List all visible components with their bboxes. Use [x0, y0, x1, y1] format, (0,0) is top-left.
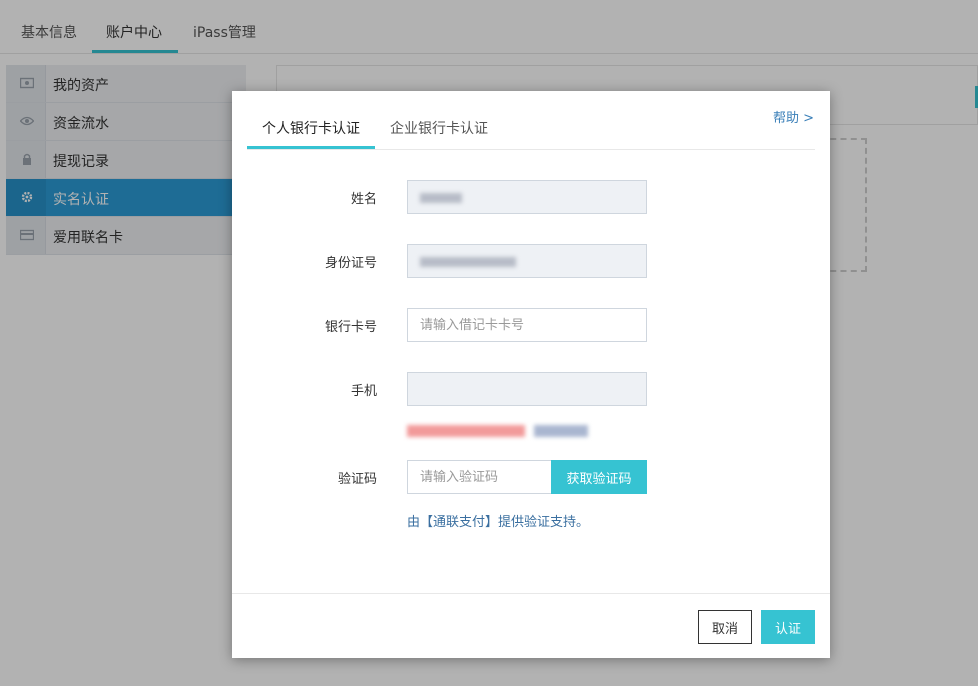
dialog-tab-bar: 个人银行卡认证 企业银行卡认证	[247, 91, 815, 150]
redacted-phone-number	[534, 425, 588, 437]
tab-business-bank-card[interactable]: 企业银行卡认证	[390, 118, 488, 138]
id-number-row: 身份证号	[232, 244, 830, 278]
redacted-name	[420, 193, 462, 203]
bank-card-input[interactable]	[407, 308, 647, 342]
id-number-field	[407, 244, 647, 278]
name-row: 姓名	[232, 180, 830, 214]
bank-card-label: 银行卡号	[324, 320, 377, 335]
confirm-button[interactable]: 认证	[761, 610, 815, 644]
code-label: 验证码	[337, 472, 377, 487]
phone-field	[407, 372, 647, 406]
help-link[interactable]: 帮助 >	[773, 107, 814, 126]
dialog-footer: 取消 认证	[232, 593, 830, 658]
phone-label: 手机	[350, 384, 377, 399]
name-label: 姓名	[350, 192, 377, 207]
redacted-id-number	[420, 257, 516, 267]
id-number-label: 身份证号	[324, 256, 377, 271]
active-tab-indicator	[247, 146, 375, 149]
provider-tip: 由【通联支付】提供验证支持。	[407, 515, 590, 530]
code-row: 验证码 获取验证码	[232, 460, 830, 494]
tab-personal-bank-card[interactable]: 个人银行卡认证	[262, 118, 360, 138]
name-field	[407, 180, 647, 214]
redacted-warning-text	[407, 425, 525, 437]
bank-card-row: 银行卡号	[232, 308, 830, 342]
cancel-button[interactable]: 取消	[698, 610, 752, 644]
verification-code-input[interactable]	[407, 460, 552, 494]
get-code-button[interactable]: 获取验证码	[551, 460, 647, 494]
phone-row: 手机	[232, 372, 830, 406]
bank-card-auth-dialog: 个人银行卡认证 企业银行卡认证 帮助 > 姓名 身份证号 银行卡号 手机 验证码…	[232, 91, 830, 658]
